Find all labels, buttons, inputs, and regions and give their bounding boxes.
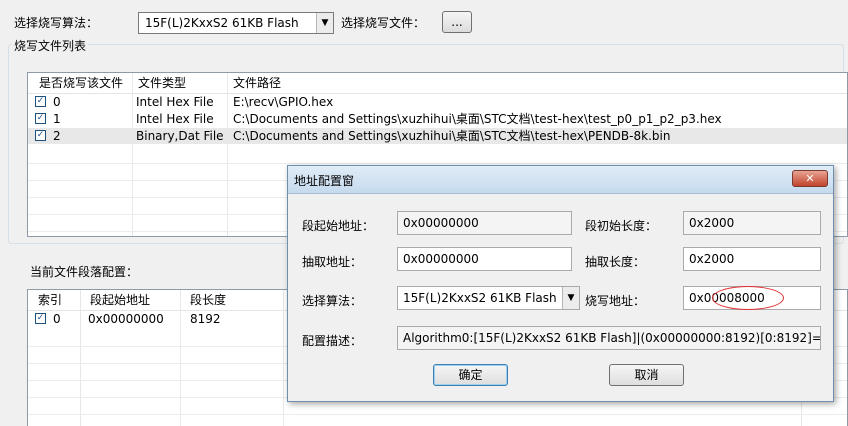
burn-checkbox[interactable]: ✓ (35, 113, 46, 124)
seg-len-field[interactable]: 0x2000 (683, 211, 821, 235)
file-list-title: 烧写文件列表 (12, 37, 89, 54)
dialog-title: 地址配置窗 (294, 174, 355, 188)
file-path: C:\Documents and Settings\xuzhihui\桌面\ST… (233, 112, 722, 126)
file-type: Intel Hex File (136, 95, 214, 109)
browse-label: ... (451, 15, 463, 29)
algo-select[interactable]: 15F(L)2KxxS2 61KB Flash ▼ (397, 286, 580, 310)
extract-len-label: 抽取长度： (585, 255, 646, 269)
algo-label: 选择算法： (302, 294, 363, 308)
row-index: 0 (53, 95, 61, 109)
chevron-down-icon[interactable]: ▼ (562, 287, 579, 309)
burn-checkbox[interactable]: ✓ (35, 130, 46, 141)
desc-value: Algorithm0:[15F(L)2KxxS2 61KB Flash]|(0x… (403, 331, 821, 345)
segment-checkbox[interactable]: ✓ (35, 313, 46, 324)
seg-start-field[interactable]: 0x00000000 (397, 211, 572, 235)
burn-checkbox[interactable]: ✓ (35, 96, 46, 107)
column-header-index[interactable]: 索引 (38, 290, 62, 310)
address-config-dialog: 地址配置窗 ✕ 段起始地址： 0x00000000 段初始长度： 0x2000 … (287, 165, 834, 402)
close-icon[interactable]: ✕ (792, 170, 828, 187)
column-header-path[interactable]: 文件路径 (233, 73, 281, 93)
algorithm-value: 15F(L)2KxxS2 61KB Flash (145, 16, 299, 30)
cancel-button[interactable]: 取消 (609, 364, 684, 386)
file-label: 选择烧写文件： (341, 16, 426, 30)
desc-label: 配置描述： (302, 334, 363, 348)
dialog-titlebar[interactable]: 地址配置窗 ✕ (288, 166, 833, 194)
desc-field[interactable]: Algorithm0:[15F(L)2KxxS2 61KB Flash]|(0x… (397, 326, 821, 350)
extract-len-value: 0x2000 (689, 252, 735, 266)
algo-value: 15F(L)2KxxS2 61KB Flash (403, 291, 557, 305)
write-addr-label: 烧写地址： (585, 294, 646, 308)
row-index: 2 (53, 129, 61, 143)
seg-len-label: 段初始长度： (585, 219, 658, 233)
table-row[interactable]: ✓ 0 Intel Hex File E:\recv\GPIO.hex (28, 94, 847, 110)
file-path: E:\recv\GPIO.hex (233, 95, 334, 109)
row-index: 1 (53, 112, 61, 126)
column-header-start[interactable]: 段起始地址 (90, 290, 150, 310)
segment-index: 0 (53, 312, 61, 326)
file-table-header: 是否烧写该文件 文件类型 文件路径 (28, 73, 847, 94)
ok-button[interactable]: 确定 (433, 364, 508, 386)
extract-len-field[interactable]: 0x2000 (683, 247, 821, 271)
seg-start-label: 段起始地址： (302, 219, 375, 233)
column-header-length[interactable]: 段长度 (190, 290, 226, 310)
browse-button[interactable]: ... (442, 11, 472, 33)
file-type: Intel Hex File (136, 112, 214, 126)
annotation-circle (712, 286, 784, 310)
algorithm-label: 选择烧写算法： (14, 16, 99, 30)
segment-start: 0x00000000 (88, 312, 164, 326)
column-header-burn[interactable]: 是否烧写该文件 (39, 73, 123, 93)
extract-addr-field[interactable]: 0x00000000 (397, 247, 572, 271)
extract-addr-value: 0x00000000 (403, 252, 479, 266)
extract-addr-label: 抽取地址： (302, 255, 363, 269)
table-row[interactable]: ✓ 2 Binary,Dat File C:\Documents and Set… (28, 128, 847, 144)
chevron-down-icon[interactable]: ▼ (316, 13, 333, 33)
file-type: Binary,Dat File (136, 129, 224, 143)
segments-title: 当前文件段落配置： (30, 265, 139, 279)
file-path: C:\Documents and Settings\xuzhihui\桌面\ST… (233, 129, 671, 143)
algorithm-select[interactable]: 15F(L)2KxxS2 61KB Flash ▼ (138, 12, 334, 34)
table-row[interactable]: ✓ 1 Intel Hex File C:\Documents and Sett… (28, 111, 847, 127)
column-header-type[interactable]: 文件类型 (138, 73, 186, 93)
seg-len-value: 0x2000 (689, 216, 735, 230)
segment-length: 8192 (190, 312, 221, 326)
seg-start-value: 0x00000000 (403, 216, 479, 230)
